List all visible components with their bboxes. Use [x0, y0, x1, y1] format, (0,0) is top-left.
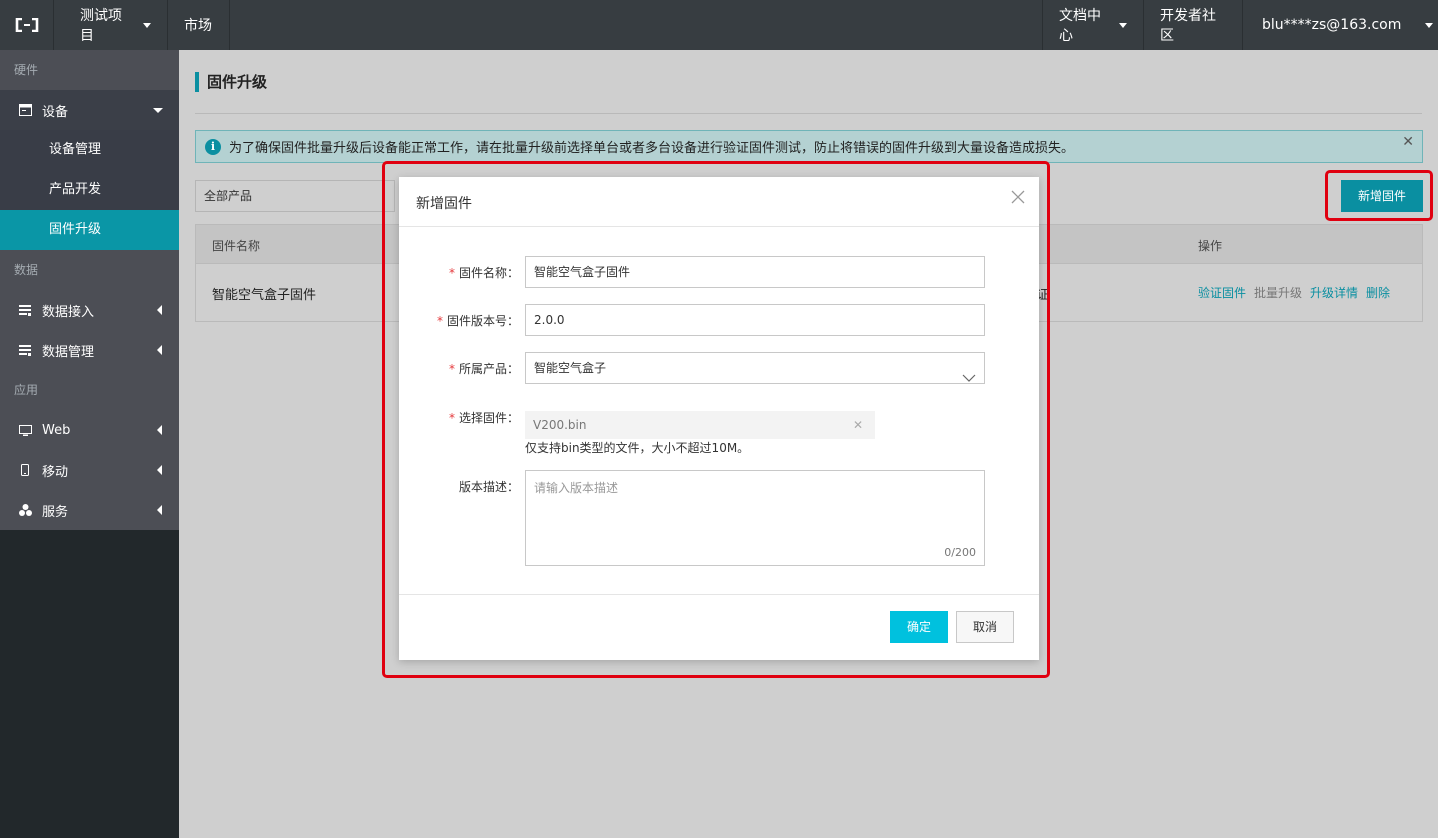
sidebar-item-mobile-label: 移动 — [42, 464, 69, 480]
sidebar-section-data: 数据 — [0, 250, 179, 290]
monitor-icon — [18, 423, 32, 437]
sidebar-section-apps: 应用 — [0, 370, 179, 410]
firmware-name-cell: 智能空气盒子固件 — [212, 288, 317, 303]
row-actions: 验证固件 批量升级 升级详情 删除 — [1198, 284, 1390, 301]
sidebar-item-product-dev[interactable]: 产品开发 — [0, 170, 179, 210]
sidebar-item-data-access-label: 数据接入 — [42, 304, 95, 320]
delete-link[interactable]: 删除 — [1366, 284, 1390, 301]
sidebar-item-mobile[interactable]: 移动 — [0, 450, 179, 490]
dev-community-label: 开发者社区 — [1160, 8, 1216, 44]
device-icon — [18, 103, 32, 117]
market-link[interactable]: 市场 — [168, 0, 230, 50]
caret-left-icon — [157, 345, 162, 355]
page-title: 固件升级 — [195, 72, 267, 92]
sidebar-item-data-management[interactable]: 数据管理 — [0, 330, 179, 370]
sidebar-item-data-management-label: 数据管理 — [42, 344, 95, 360]
column-header-firmware-name: 固件名称 — [212, 239, 261, 253]
sidebar-item-service[interactable]: 服务 — [0, 490, 179, 530]
caret-left-icon — [157, 505, 162, 515]
title-divider — [195, 113, 1422, 114]
column-header-actions: 操作 — [1198, 239, 1223, 253]
sidebar-item-data-access[interactable]: 数据接入 — [0, 290, 179, 330]
user-email: blu****zs@163.com — [1262, 17, 1402, 33]
data-icon — [18, 303, 32, 317]
docs-center-menu[interactable]: 文档中心 — [1042, 0, 1144, 50]
project-switcher[interactable]: 测试项目 — [54, 0, 168, 50]
dev-community-link[interactable]: 开发者社区 — [1144, 0, 1243, 50]
data-icon — [18, 343, 32, 357]
verify-firmware-link[interactable]: 验证固件 — [1198, 284, 1246, 301]
info-alert: i 为了确保固件批量升级后设备能正常工作，请在批量升级前选择单台或者多台设备进行… — [195, 130, 1423, 163]
sidebar-item-web-label: Web — [42, 422, 71, 438]
user-account-menu[interactable]: blu****zs@163.com — [1243, 0, 1438, 50]
chevron-down-icon — [1119, 22, 1127, 28]
sidebar: 硬件 设备 设备管理 产品开发 固件升级 数据 数据接入 数据管理 应用 Web — [0, 50, 179, 838]
caret-left-icon — [157, 305, 162, 315]
sidebar-item-device[interactable]: 设备 — [0, 90, 179, 130]
batch-upgrade-link: 批量升级 — [1254, 286, 1303, 300]
highlight-box-dialog — [382, 161, 1050, 678]
mobile-icon — [18, 463, 32, 477]
docs-center-label: 文档中心 — [1059, 8, 1101, 44]
info-alert-text: 为了确保固件批量升级后设备能正常工作，请在批量升级前选择单台或者多台设备进行验证… — [229, 141, 1075, 156]
top-nav-bar: 测试项目 市场 文档中心 开发者社区 blu****zs@163.com — [0, 0, 1438, 50]
sidebar-item-service-label: 服务 — [42, 504, 69, 520]
service-icon — [18, 503, 32, 517]
chevron-down-icon — [143, 22, 151, 28]
caret-left-icon — [157, 465, 162, 475]
chevron-down-icon — [1425, 22, 1434, 28]
info-icon: i — [205, 138, 221, 155]
close-icon[interactable]: ✕ — [1402, 134, 1414, 150]
sidebar-section-hardware: 硬件 — [0, 50, 179, 90]
sidebar-item-web[interactable]: Web — [0, 410, 179, 450]
project-switcher-label: 测试项目 — [80, 8, 122, 44]
market-label: 市场 — [184, 18, 212, 34]
upgrade-details-link[interactable]: 升级详情 — [1310, 284, 1358, 301]
sidebar-item-device-management[interactable]: 设备管理 — [0, 130, 179, 170]
caret-down-icon — [153, 108, 163, 113]
caret-left-icon — [157, 425, 162, 435]
aliyun-logo-icon[interactable] — [0, 0, 54, 50]
sidebar-item-firmware-upgrade[interactable]: 固件升级 — [0, 210, 179, 250]
sidebar-item-device-label: 设备 — [42, 104, 69, 120]
highlight-box-add-button — [1325, 170, 1433, 221]
product-filter-select[interactable]: 全部产品 — [195, 180, 395, 212]
